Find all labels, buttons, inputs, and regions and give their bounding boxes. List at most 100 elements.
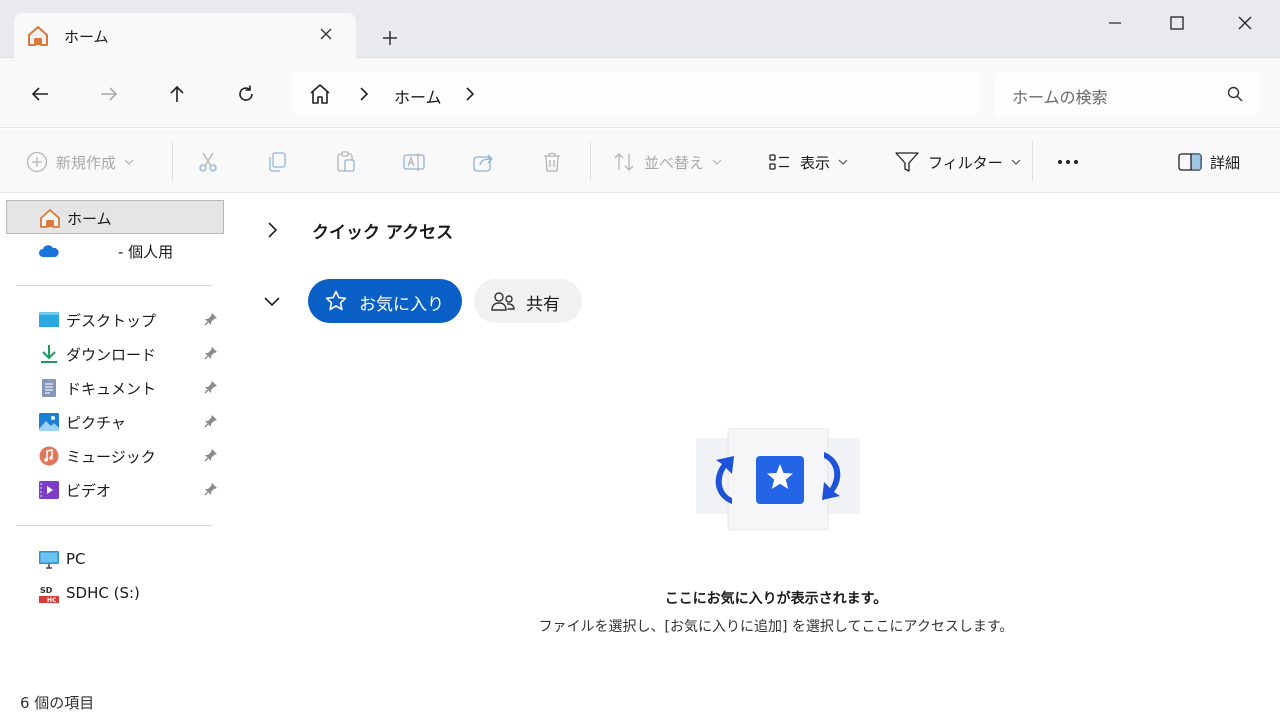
paste-button[interactable] xyxy=(334,147,358,177)
chevron-down-icon xyxy=(838,159,848,165)
people-icon xyxy=(491,292,515,311)
refresh-button[interactable] xyxy=(230,78,262,110)
share-icon xyxy=(473,154,493,172)
copy-icon xyxy=(269,152,286,172)
address-bar[interactable]: ホーム xyxy=(292,72,980,116)
delete-button[interactable] xyxy=(540,147,564,177)
minimize-button[interactable] xyxy=(1092,8,1138,38)
sidebar-item-sdhc[interactable]: SD HC SDHC (S:) xyxy=(6,577,224,611)
favorites-illustration xyxy=(694,427,862,532)
search-icon[interactable] xyxy=(1226,85,1244,103)
filter-label: フィルター xyxy=(928,153,1003,172)
divider xyxy=(590,141,591,181)
onedrive-icon xyxy=(38,241,60,261)
sidebar-item-pictures[interactable]: ピクチャ xyxy=(6,405,224,439)
main-content: クイック アクセス お気に入り 共有 ここにお気に入りが表示されます。 ファイル… xyxy=(228,194,1280,684)
back-button[interactable] xyxy=(24,78,56,110)
forward-button[interactable] xyxy=(93,78,125,110)
cut-button[interactable] xyxy=(196,147,220,177)
pictures-icon xyxy=(38,412,60,432)
rename-icon xyxy=(403,153,425,171)
chevron-down-icon xyxy=(712,159,722,165)
chevron-down-icon[interactable] xyxy=(262,291,282,311)
chevron-right-icon[interactable] xyxy=(462,85,478,103)
sidebar-item-onedrive[interactable]: - 個人用 xyxy=(6,234,224,268)
sidebar-item-music[interactable]: ミュージック xyxy=(6,439,224,473)
details-label: 詳細 xyxy=(1210,153,1241,172)
empty-state-subtitle: ファイルを選択し、[お気に入りに追加] を選択してここにアクセスします。 xyxy=(538,619,1014,635)
up-button[interactable] xyxy=(161,78,193,110)
documents-icon xyxy=(38,378,60,398)
filter-button[interactable]: フィルター xyxy=(894,147,1021,177)
sidebar-item-downloads[interactable]: ダウンロード xyxy=(6,337,224,371)
chevron-down-icon xyxy=(124,159,134,165)
quick-access-header[interactable]: クイック アクセス xyxy=(312,218,453,243)
close-window-button[interactable] xyxy=(1222,8,1268,38)
details-pane-icon xyxy=(1178,153,1202,171)
tab-shared[interactable]: 共有 xyxy=(474,279,582,323)
chevron-right-icon[interactable] xyxy=(356,85,372,103)
sidebar-item-label: デスクトップ xyxy=(66,312,157,330)
sidebar-item-label: SDHC (S:) xyxy=(66,584,140,602)
chevron-right-icon[interactable] xyxy=(262,220,282,240)
pin-icon[interactable] xyxy=(204,414,218,428)
tab-label: 共有 xyxy=(526,295,560,315)
navigation-bar: ホーム ホームの検索 xyxy=(0,58,1280,128)
home-icon[interactable] xyxy=(308,82,332,106)
tab-favorites[interactable]: お気に入り xyxy=(308,279,462,323)
sidebar-item-label: ドキュメント xyxy=(66,380,157,398)
pin-icon[interactable] xyxy=(204,380,218,394)
view-list-icon xyxy=(769,154,789,170)
copy-button[interactable] xyxy=(265,147,289,177)
rename-button[interactable] xyxy=(402,147,426,177)
sidebar-item-label: ミュージック xyxy=(66,448,156,466)
divider xyxy=(16,285,212,286)
close-tab-icon[interactable] xyxy=(314,22,338,46)
maximize-button[interactable] xyxy=(1154,8,1200,38)
details-button[interactable]: 詳細 xyxy=(1178,147,1240,177)
tab-home[interactable]: ホーム xyxy=(14,13,356,59)
svg-text:SD: SD xyxy=(40,586,53,595)
desktop-icon xyxy=(38,310,60,330)
filter-icon xyxy=(895,152,919,172)
sort-button[interactable]: 並べ替え xyxy=(612,147,722,177)
star-icon xyxy=(325,290,347,311)
divider xyxy=(16,525,212,526)
divider xyxy=(172,141,173,181)
more-icon xyxy=(1058,160,1078,164)
divider xyxy=(1032,141,1033,181)
empty-state-title: ここにお気に入りが表示されます。 xyxy=(664,591,888,607)
sidebar-item-label: ビデオ xyxy=(66,482,112,500)
pin-icon[interactable] xyxy=(204,346,218,360)
sidebar-item-label: - 個人用 xyxy=(118,243,174,261)
pc-icon xyxy=(38,550,60,570)
sidebar-item-home[interactable]: ホーム xyxy=(6,200,224,234)
pin-icon[interactable] xyxy=(204,312,218,326)
videos-icon xyxy=(38,480,60,500)
svg-text:HC: HC xyxy=(47,597,57,604)
sidebar-item-label: ダウンロード xyxy=(66,346,157,364)
status-bar: 6 個の項目 xyxy=(0,684,1280,720)
share-button[interactable] xyxy=(471,147,495,177)
sidebar-item-label: PC xyxy=(66,550,86,568)
more-options-button[interactable] xyxy=(1056,147,1080,177)
sidebar-item-pc[interactable]: PC xyxy=(6,543,224,577)
chevron-down-icon xyxy=(1011,159,1021,165)
scissors-icon xyxy=(199,152,217,172)
sort-icon xyxy=(614,153,634,171)
sidebar-item-documents[interactable]: ドキュメント xyxy=(6,371,224,405)
breadcrumb-home[interactable]: ホーム xyxy=(394,84,442,108)
sidebar-item-videos[interactable]: ビデオ xyxy=(6,473,224,507)
download-icon xyxy=(38,344,60,364)
tab-title: ホーム xyxy=(64,28,109,46)
pin-icon[interactable] xyxy=(204,482,218,496)
new-button[interactable]: 新規作成 xyxy=(26,147,134,177)
search-input[interactable]: ホームの検索 xyxy=(994,72,1260,116)
sidebar-item-desktop[interactable]: デスクトップ xyxy=(6,303,224,337)
pin-icon[interactable] xyxy=(204,448,218,462)
new-tab-button[interactable] xyxy=(376,24,404,52)
view-button[interactable]: 表示 xyxy=(768,147,848,177)
home-icon xyxy=(39,208,61,228)
item-count: 6 個の項目 xyxy=(20,694,95,712)
search-placeholder: ホームの検索 xyxy=(1012,88,1108,107)
